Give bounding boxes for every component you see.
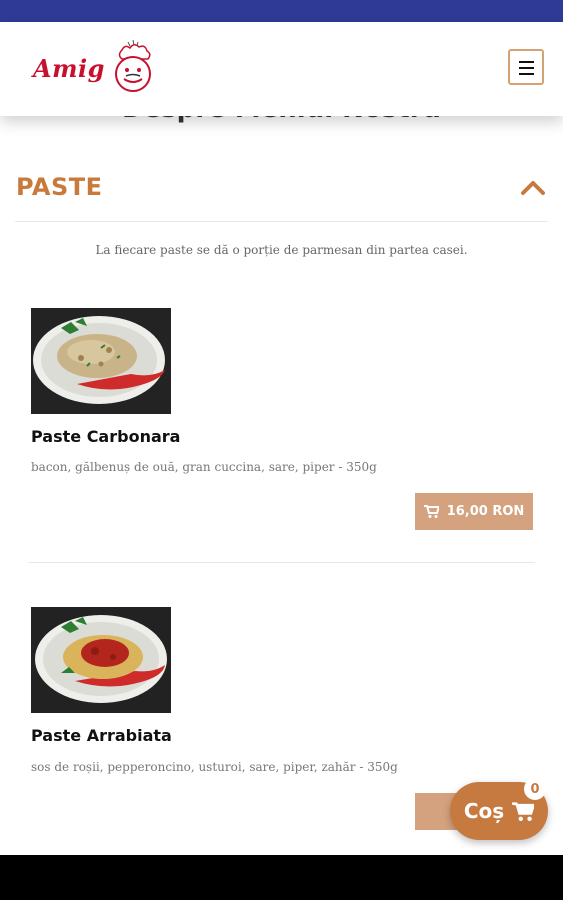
hamburger-icon-bar	[519, 73, 534, 75]
section-title-paste[interactable]: PASTE	[16, 173, 103, 201]
pasta-carbonara-photo	[31, 308, 171, 414]
item-description: bacon, gălbenuș de ouă, gran cuccina, sa…	[31, 460, 377, 474]
app-frame: Despre Meniul Nostru Amig PASTE La fieca…	[0, 0, 563, 900]
cart-floating-button[interactable]: Coș 0	[450, 778, 548, 840]
item-image-carbonara[interactable]	[31, 308, 171, 414]
section-note: La fiecare paste se dă o porție de parme…	[95, 243, 468, 257]
cart-icon	[512, 801, 535, 821]
pasta-arrabiata-photo	[31, 607, 171, 713]
hamburger-icon-bar	[519, 67, 534, 69]
status-bar	[0, 0, 563, 22]
hamburger-icon	[519, 61, 534, 63]
item-name: Paste Arrabiata	[31, 726, 172, 745]
chef-mascot-icon	[115, 40, 151, 92]
site-logo[interactable]: Amig	[30, 40, 160, 100]
cart-icon	[423, 505, 439, 518]
section-divider	[15, 221, 548, 222]
item-price: 16,00 RON	[446, 504, 525, 519]
item-image-arrabiata[interactable]	[31, 607, 171, 713]
logo-text: Amig	[33, 54, 105, 83]
add-to-cart-button[interactable]: 16,00 RON	[415, 493, 533, 530]
cart-count-badge: 0	[524, 778, 546, 800]
item-description: sos de roșii, pepperoncino, usturoi, sar…	[31, 760, 398, 774]
menu-toggle-button[interactable]	[508, 49, 544, 85]
site-header: Amig	[0, 22, 563, 116]
navigation-bar	[0, 855, 563, 900]
cart-label: Coș	[463, 799, 505, 823]
item-divider	[28, 562, 535, 563]
chevron-up-icon[interactable]	[520, 178, 546, 196]
item-name: Paste Carbonara	[31, 427, 181, 446]
